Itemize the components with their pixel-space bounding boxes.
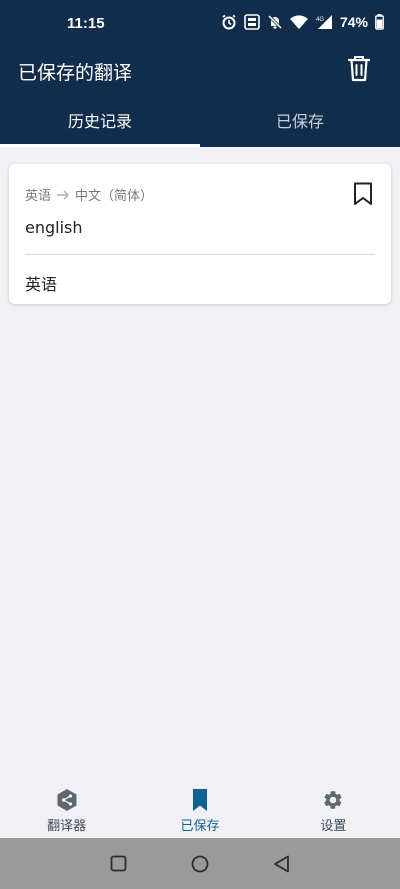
volte-icon [244,14,260,30]
bookmark-button[interactable] [353,182,373,206]
nav-saved-label: 已保存 [180,819,220,834]
delete-button[interactable] [347,55,371,83]
history-card[interactable]: 英语 中文（简体） english 英语 [9,164,391,304]
tab-history-label: 历史记录 [67,111,132,131]
gear-icon [324,791,342,809]
svg-text:4G: 4G [316,17,324,23]
home-button[interactable] [191,855,209,877]
wifi-icon [289,15,308,29]
circle-icon [191,855,209,873]
status-icons: 4G 74% [221,14,384,30]
tab-saved-label: 已保存 [275,111,324,131]
status-bar: 11:15 4G 74% [0,0,400,48]
tab-history[interactable]: 历史记录 [0,92,200,147]
tab-bar: 历史记录 已保存 [0,92,400,147]
status-time: 11:15 [67,15,105,32]
bottom-navigation: 翻译器 已保存 设置 [0,778,400,838]
nav-translator-label: 翻译器 [47,819,87,834]
signal-icon: 4G [316,15,332,29]
nav-settings-label: 设置 [320,819,347,834]
battery-icon [375,14,384,30]
recents-button[interactable] [110,855,127,876]
back-triangle-icon [274,855,289,873]
square-icon [110,855,127,872]
mute-icon [267,14,283,30]
system-navigation-bar [0,838,400,889]
nav-settings[interactable]: 设置 [267,778,400,838]
translation-text: 英语 [25,275,58,294]
language-pair: 英语 中文（简体） [25,185,153,204]
divider [25,254,375,255]
page-title: 已保存的翻译 [18,62,133,84]
alarm-icon [222,14,236,30]
bookmark-outline-icon [354,182,372,205]
back-button[interactable] [273,855,290,877]
translator-icon [57,789,77,811]
source-text: english [25,218,83,237]
source-language: 英语 [25,189,52,204]
nav-translator[interactable]: 翻译器 [0,778,133,838]
arrow-right-icon [57,189,70,200]
app-bar: 已保存的翻译 [0,48,400,92]
nav-saved[interactable]: 已保存 [133,778,266,838]
trash-icon [347,56,371,82]
target-language: 中文（简体） [75,189,154,204]
battery-percent: 74% [339,14,368,30]
tab-saved[interactable]: 已保存 [200,92,400,147]
bookmark-icon [192,789,207,811]
